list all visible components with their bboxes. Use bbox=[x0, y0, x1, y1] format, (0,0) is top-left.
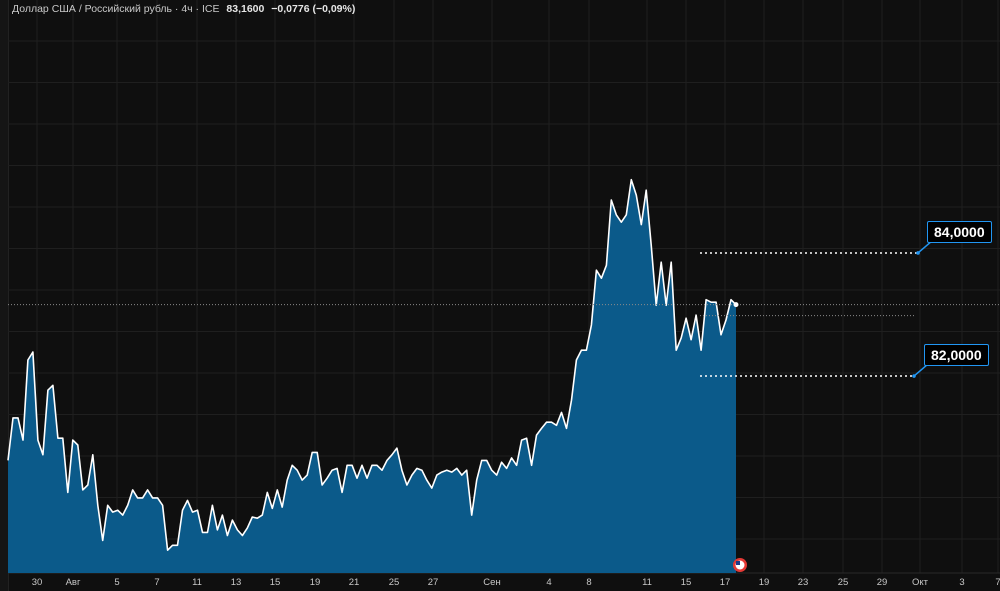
x-tick-label: 19 bbox=[310, 577, 321, 588]
x-tick-label: 30 bbox=[32, 577, 43, 588]
x-tick-label: 29 bbox=[877, 577, 888, 588]
symbol-label: Доллар США / Российский рубль · 4ч · ICE bbox=[12, 3, 220, 15]
last-price-dot bbox=[733, 302, 739, 308]
x-tick-label: Авг bbox=[66, 577, 81, 588]
x-tick-label: 19 bbox=[759, 577, 770, 588]
x-tick-label: 25 bbox=[838, 577, 849, 588]
x-tick-label: 27 bbox=[428, 577, 439, 588]
x-tick-label: 17 bbox=[720, 577, 731, 588]
alert-anchor bbox=[912, 374, 916, 378]
x-tick-label: 21 bbox=[349, 577, 360, 588]
x-tick-label: 4 bbox=[546, 577, 551, 588]
price-change: −0,0776 (−0,09%) bbox=[271, 3, 356, 15]
x-tick-label: 15 bbox=[681, 577, 692, 588]
x-tick-label: 7 bbox=[154, 577, 159, 588]
x-tick-label: Сен bbox=[483, 577, 500, 588]
alert-label-82[interactable]: 82,0000 bbox=[924, 344, 989, 366]
alert-label-84[interactable]: 84,0000 bbox=[927, 221, 992, 243]
chart-root[interactable]: 30 Авг 5 7 11 13 15 19 21 25 27 Сен 4 8 11 15 17 19 23 25 29… bbox=[0, 0, 1000, 591]
chart-legend: Доллар США / Российский рубль · 4ч · ICE… bbox=[12, 3, 355, 15]
x-tick-label: 15 bbox=[270, 577, 281, 588]
x-tick-label: 3 bbox=[959, 577, 964, 588]
alert-anchor bbox=[916, 251, 920, 255]
x-tick-label: 8 bbox=[586, 577, 591, 588]
x-tick-label: Окт bbox=[912, 577, 929, 588]
us-flag-icon-canton bbox=[736, 561, 740, 565]
x-tick-label: 23 bbox=[798, 577, 809, 588]
x-tick-label: 7 bbox=[995, 577, 1000, 588]
x-tick-label: 25 bbox=[389, 577, 400, 588]
x-tick-label: 5 bbox=[114, 577, 119, 588]
last-price: 83,1600 bbox=[226, 3, 265, 15]
price-chart[interactable]: 30 Авг 5 7 11 13 15 19 21 25 27 Сен 4 8 11 15 17 19 23 25 29… bbox=[0, 0, 1000, 591]
x-tick-label: 11 bbox=[192, 577, 202, 588]
x-tick-label: 13 bbox=[231, 577, 242, 588]
x-tick-label: 11 bbox=[642, 577, 652, 588]
